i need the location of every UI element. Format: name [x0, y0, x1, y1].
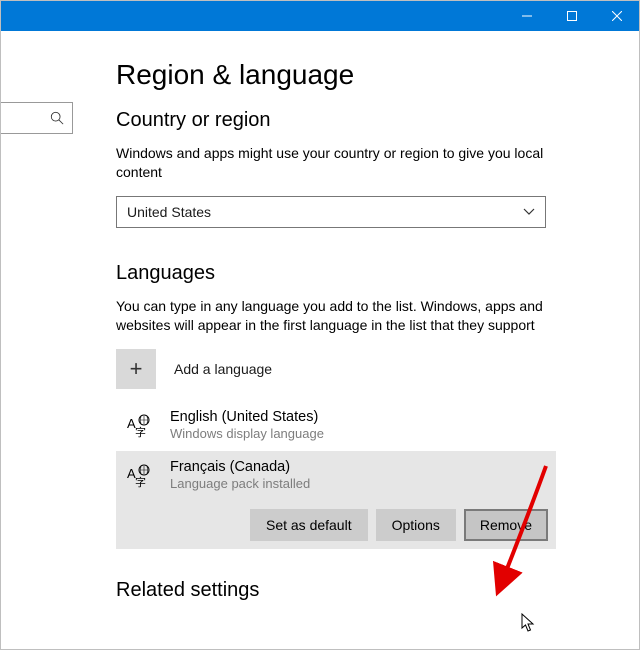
country-heading: Country or region — [116, 109, 556, 132]
svg-text:字: 字 — [135, 475, 146, 489]
language-a-icon: A字 — [122, 461, 154, 493]
svg-text:字: 字 — [135, 425, 146, 439]
languages-heading: Languages — [116, 262, 556, 285]
country-selected: United States — [127, 204, 211, 220]
search-input[interactable] — [1, 102, 73, 134]
language-status: Language pack installed — [170, 476, 310, 493]
languages-desc: You can type in any language you add to … — [116, 297, 556, 335]
add-language-button[interactable]: + Add a language — [116, 349, 556, 389]
language-name: Français (Canada) — [170, 459, 310, 476]
set-default-button[interactable]: Set as default — [250, 509, 368, 541]
minimize-button[interactable] — [504, 1, 549, 31]
options-button[interactable]: Options — [376, 509, 456, 541]
add-language-label: Add a language — [174, 361, 272, 377]
search-icon — [50, 111, 64, 125]
chevron-down-icon — [523, 206, 535, 218]
related-settings-heading: Related settings — [116, 579, 556, 602]
window-titlebar — [1, 1, 639, 31]
language-name: English (United States) — [170, 409, 324, 426]
plus-icon: + — [116, 349, 156, 389]
remove-button[interactable]: Remove — [464, 509, 548, 541]
mouse-cursor-icon — [521, 613, 537, 633]
language-row-selected[interactable]: A字 Français (Canada) Language pack insta… — [116, 451, 556, 549]
language-status: Windows display language — [170, 426, 324, 443]
country-desc: Windows and apps might use your country … — [116, 144, 556, 182]
language-a-icon: A字 — [122, 411, 154, 443]
country-dropdown[interactable]: United States — [116, 196, 546, 228]
maximize-button[interactable] — [549, 1, 594, 31]
language-row[interactable]: A字 English (United States) Windows displ… — [116, 401, 556, 451]
close-button[interactable] — [594, 1, 639, 31]
page-title: Region & language — [116, 59, 556, 91]
